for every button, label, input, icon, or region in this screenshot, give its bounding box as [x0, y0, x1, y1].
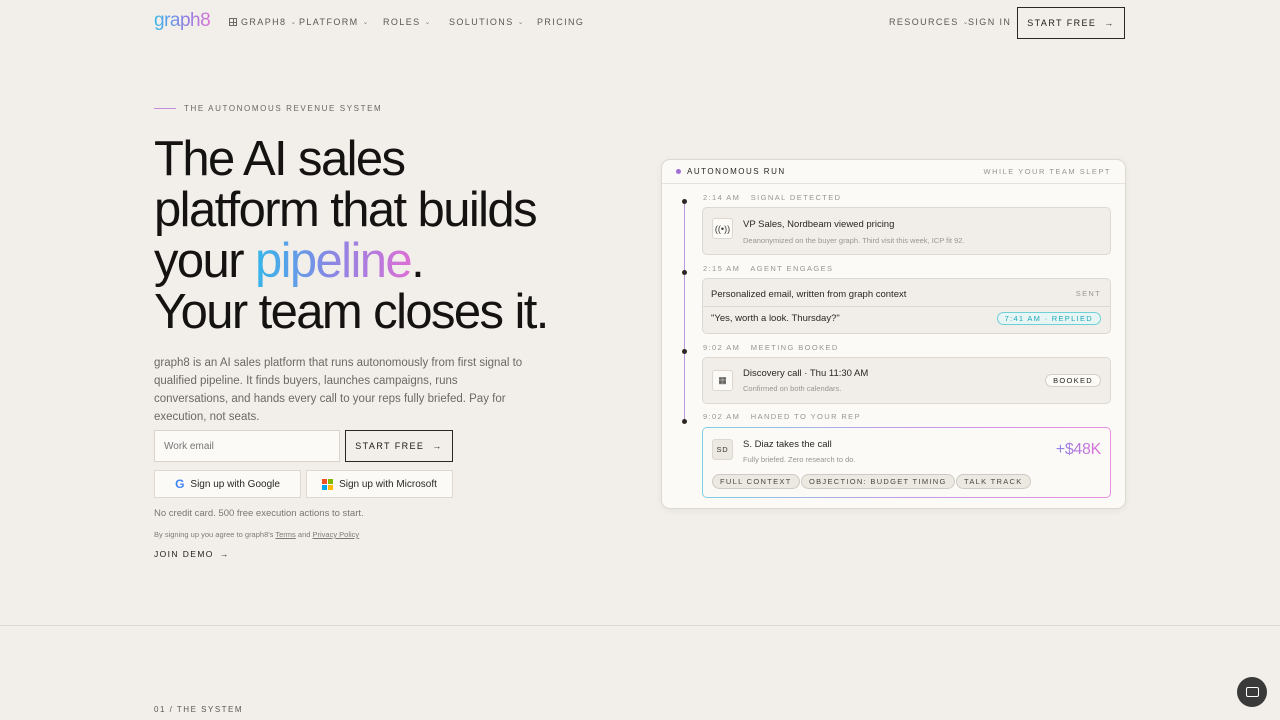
step-label-engages: 2:15 AM AGENT ENGAGES	[703, 264, 834, 273]
handoff-sub: Fully briefed. Zero research to do.	[743, 455, 856, 464]
chevron-down-icon: ⌄	[362, 19, 370, 26]
nav-roles-label: ROLES	[383, 17, 421, 27]
join-demo-label: JOIN DEMO	[154, 549, 214, 559]
timeline-line	[684, 200, 685, 422]
microsoft-icon	[322, 478, 334, 490]
eyebrow-text: THE AUTONOMOUS REVENUE SYSTEM	[184, 104, 383, 113]
meeting-sub: Confirmed on both calendars.	[743, 384, 842, 393]
chevron-down-icon: ⌄	[517, 19, 525, 26]
nav-pricing[interactable]: PRICING	[537, 17, 584, 27]
signal-title: VP Sales, Nordbeam viewed pricing	[743, 219, 895, 230]
nav-graph8-label: GRAPH8	[241, 17, 287, 27]
chat-icon	[1245, 687, 1259, 697]
reply-quote: "Yes, worth a look. Thursday?"	[711, 313, 840, 324]
handoff-title: S. Diaz takes the call	[743, 439, 832, 450]
meeting-booked-box: ▦ Discovery call · Thu 11:30 AM Confirme…	[702, 357, 1111, 404]
step-label-meeting: 9:02 AM MEETING BOOKED	[703, 343, 839, 352]
card-header: AUTONOMOUS RUN WHILE YOUR TEAM SLEPT	[662, 160, 1125, 184]
agent-engages-box: Personalized email, written from graph c…	[702, 278, 1111, 334]
eyebrow: THE AUTONOMOUS REVENUE SYSTEM	[154, 104, 382, 113]
nav-sign-in[interactable]: SIGN IN	[968, 17, 1011, 27]
nav-graph8-menu[interactable]: GRAPH8 ⌄	[229, 17, 298, 27]
microsoft-signup-label: Sign up with Microsoft	[339, 478, 437, 490]
start-free-submit-button[interactable]: START FREE →	[345, 430, 453, 462]
nav-solutions[interactable]: SOLUTIONS ⌄	[449, 17, 525, 27]
signal-sub: Deanonymized on the buyer graph. Third v…	[743, 236, 965, 245]
nav-platform[interactable]: PLATFORM ⌄	[299, 17, 370, 27]
grid-icon	[229, 18, 237, 26]
sent-status: SENT	[1075, 289, 1101, 298]
legal-prefix: By signing up you agree to graph8's	[154, 530, 276, 539]
arrow-right-icon: →	[432, 441, 443, 451]
legal-text: By signing up you agree to graph8's Term…	[154, 530, 359, 539]
nav-resources[interactable]: RESOURCES ⌄	[889, 17, 970, 27]
chat-widget-button[interactable]	[1237, 677, 1267, 707]
step-label-signal: 2:14 AM SIGNAL DETECTED	[703, 193, 842, 202]
email-field[interactable]	[154, 430, 340, 462]
autonomous-run-card: AUTONOMOUS RUN WHILE YOUR TEAM SLEPT 2:1…	[661, 159, 1126, 509]
terms-link[interactable]: Terms	[275, 530, 295, 539]
box-divider	[703, 306, 1110, 307]
card-subtitle: WHILE YOUR TEAM SLEPT	[983, 167, 1111, 176]
email-title: Personalized email, written from graph c…	[711, 289, 907, 300]
microsoft-signup-button[interactable]: Sign up with Microsoft	[306, 470, 453, 498]
card-title: AUTONOMOUS RUN	[687, 167, 786, 176]
chevron-down-icon: ⌄	[424, 19, 432, 26]
arrow-right-icon: →	[219, 549, 230, 559]
headline-line-3a: your	[154, 234, 255, 288]
nav-resources-label: RESOURCES	[889, 17, 959, 27]
start-free-submit-label: START FREE	[355, 441, 425, 451]
tag-talk-track: TALK TRACK	[956, 474, 1031, 489]
join-demo-link[interactable]: JOIN DEMO →	[154, 549, 230, 559]
section-label: 01 / THE SYSTEM	[154, 705, 244, 714]
replied-badge: 7:41 AM · REPLIED	[996, 312, 1101, 325]
status-dot	[676, 169, 681, 174]
google-signup-button[interactable]: G Sign up with Google	[154, 470, 301, 498]
tag-full-context: FULL CONTEXT	[712, 474, 800, 489]
headline-line-2: platform that builds	[154, 183, 538, 237]
google-signup-label: Sign up with Google	[190, 478, 280, 490]
start-free-label: START FREE	[1027, 18, 1097, 28]
nav-platform-label: PLATFORM	[299, 17, 359, 27]
handoff-box: SD S. Diaz takes the call Fully briefed.…	[702, 427, 1111, 498]
timeline-dot	[682, 419, 687, 424]
timeline-dot	[682, 270, 687, 275]
legal-and: and	[295, 530, 313, 539]
headline-line-3b: .	[411, 234, 425, 288]
timeline-dot	[682, 199, 687, 204]
signup-note: No credit card. 500 free execution actio…	[154, 508, 364, 519]
step-label-handoff: 9:02 AM HANDED TO YOUR REP	[703, 412, 861, 421]
section-divider	[0, 625, 1280, 626]
arrow-right-icon: →	[1104, 18, 1115, 28]
headline-line-4: Your team closes it.	[154, 285, 549, 339]
hero-headline: The AI sales platform that builds your p…	[154, 134, 624, 338]
nav-roles[interactable]: ROLES ⌄	[383, 17, 432, 27]
nav-solutions-label: SOLUTIONS	[449, 17, 514, 27]
top-nav: graph8 GRAPH8 ⌄ PLATFORM ⌄ ROLES ⌄ SOLUT…	[0, 0, 1280, 44]
meeting-title: Discovery call · Thu 11:30 AM	[743, 368, 869, 379]
google-icon: G	[175, 477, 185, 491]
start-free-button[interactable]: START FREE →	[1017, 7, 1125, 39]
deal-amount: +$48K	[1055, 441, 1102, 458]
booked-badge: BOOKED	[1045, 374, 1101, 387]
chevron-down-icon: ⌄	[290, 19, 298, 26]
headline-accent: pipeline	[254, 234, 413, 288]
calendar-icon: ▦	[712, 370, 733, 391]
hero-description: graph8 is an AI sales platform that runs…	[154, 357, 523, 423]
broadcast-icon: ((•))	[712, 218, 733, 239]
rep-avatar: SD	[712, 439, 733, 460]
timeline-dot	[682, 349, 687, 354]
privacy-link[interactable]: Privacy Policy	[313, 530, 360, 539]
eyebrow-line	[154, 108, 176, 109]
logo[interactable]: graph8	[154, 10, 211, 32]
tag-objection: OBJECTION: BUDGET TIMING	[801, 474, 955, 489]
signal-detected-box: ((•)) VP Sales, Nordbeam viewed pricing …	[702, 207, 1111, 255]
headline-line-1: The AI sales	[154, 132, 406, 186]
